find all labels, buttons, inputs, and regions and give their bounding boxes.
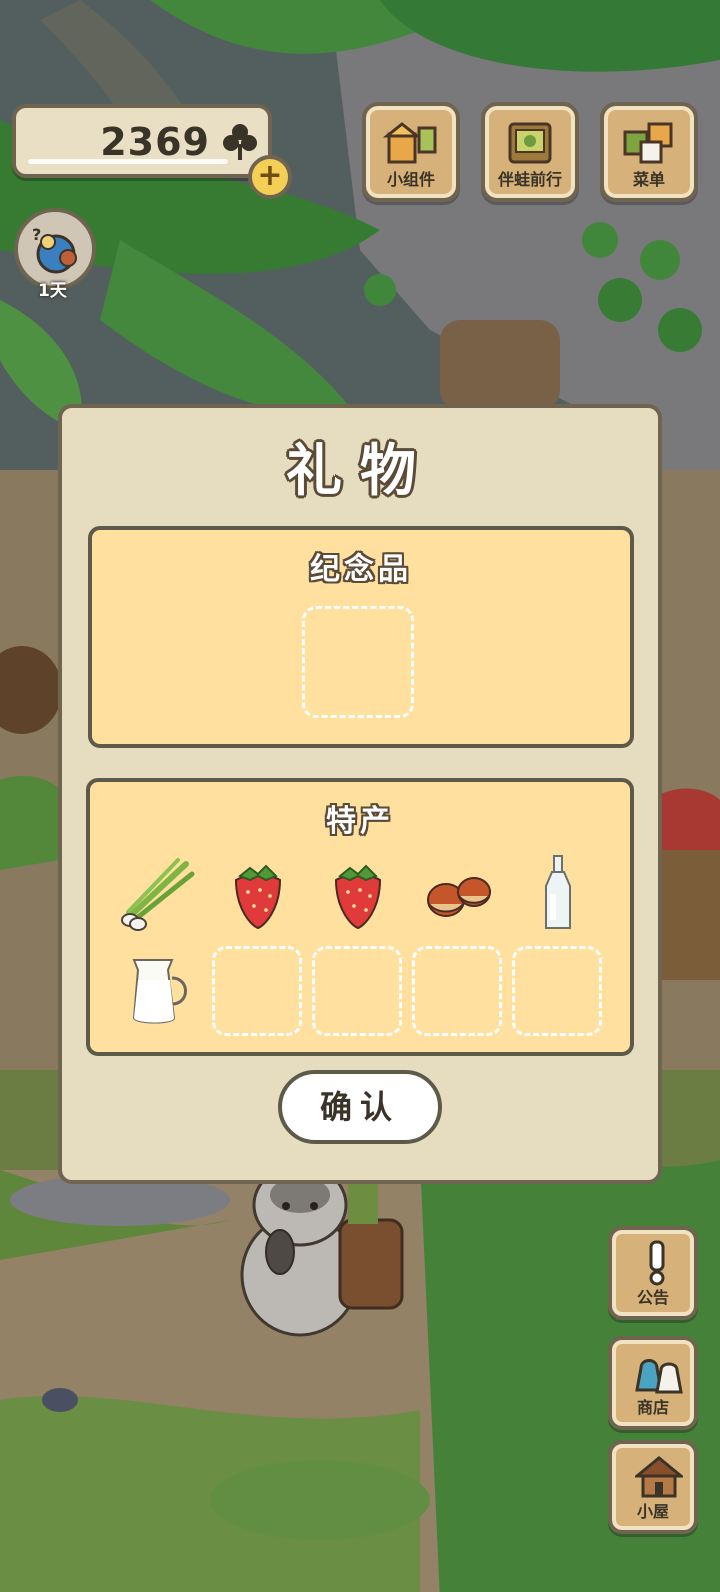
souvenir-title: 纪念品 (310, 552, 412, 587)
house-icon (635, 1456, 683, 1498)
svg-text:?: ? (32, 225, 41, 244)
dialog-title: 礼物 (286, 439, 434, 504)
menu-cards-icon (623, 122, 673, 164)
menu-button[interactable]: 菜单 (600, 102, 698, 202)
exclamation-icon (649, 1240, 665, 1286)
widgets-button[interactable]: 小组件 (362, 102, 460, 202)
menu-label: 菜单 (632, 170, 665, 189)
notice-label: 公告 (636, 1288, 669, 1307)
glass-bottle-item[interactable] (516, 850, 600, 934)
souvenir-slot[interactable] (302, 606, 414, 718)
clover-bar-line (28, 159, 228, 164)
frog-icon: ? (32, 225, 77, 274)
strawberry-item[interactable] (316, 850, 400, 934)
clover-icon (223, 124, 257, 160)
days-away-label: 1天 (38, 281, 67, 301)
specialty-panel: 特产 (86, 778, 634, 1056)
souvenir-panel: 纪念品 (88, 526, 634, 748)
specialty-empty-slot[interactable] (412, 946, 502, 1036)
shop-button[interactable]: 商店 (608, 1336, 698, 1430)
house-button[interactable]: 小屋 (608, 1440, 698, 1534)
shop-bags-icon (635, 1359, 683, 1394)
add-clover-button[interactable]: + (248, 155, 292, 199)
widgets-label: 小组件 (386, 170, 435, 189)
shop-label: 商店 (636, 1398, 669, 1417)
companion-button[interactable]: 伴蛙前行 (481, 102, 579, 202)
specialty-title: 特产 (326, 804, 394, 839)
specialty-empty-slot[interactable] (312, 946, 402, 1036)
specialty-empty-slot[interactable] (512, 946, 602, 1036)
clover-counter: 2369 (12, 104, 272, 178)
clover-count: 2369 (100, 120, 210, 164)
chestnuts-item[interactable] (416, 850, 500, 934)
gift-dialog: 礼物 纪念品 特产 确认 (58, 404, 662, 1184)
notice-button[interactable]: 公告 (608, 1226, 698, 1320)
green-onion-item[interactable] (116, 850, 200, 934)
house-label: 小屋 (636, 1502, 669, 1521)
strawberry-item[interactable] (216, 850, 300, 934)
specialty-empty-slot[interactable] (212, 946, 302, 1036)
companion-label: 伴蛙前行 (497, 170, 562, 189)
album-icon (508, 122, 552, 164)
confirm-button[interactable]: 确认 (278, 1070, 442, 1144)
game-screen: 2369 + 小组件 伴蛙前行 菜单 ? 1天 礼物 纪念品 特产 确认 公告 … (0, 0, 720, 1592)
widgets-icon (383, 122, 437, 164)
milk-jug-item[interactable] (116, 946, 200, 1030)
